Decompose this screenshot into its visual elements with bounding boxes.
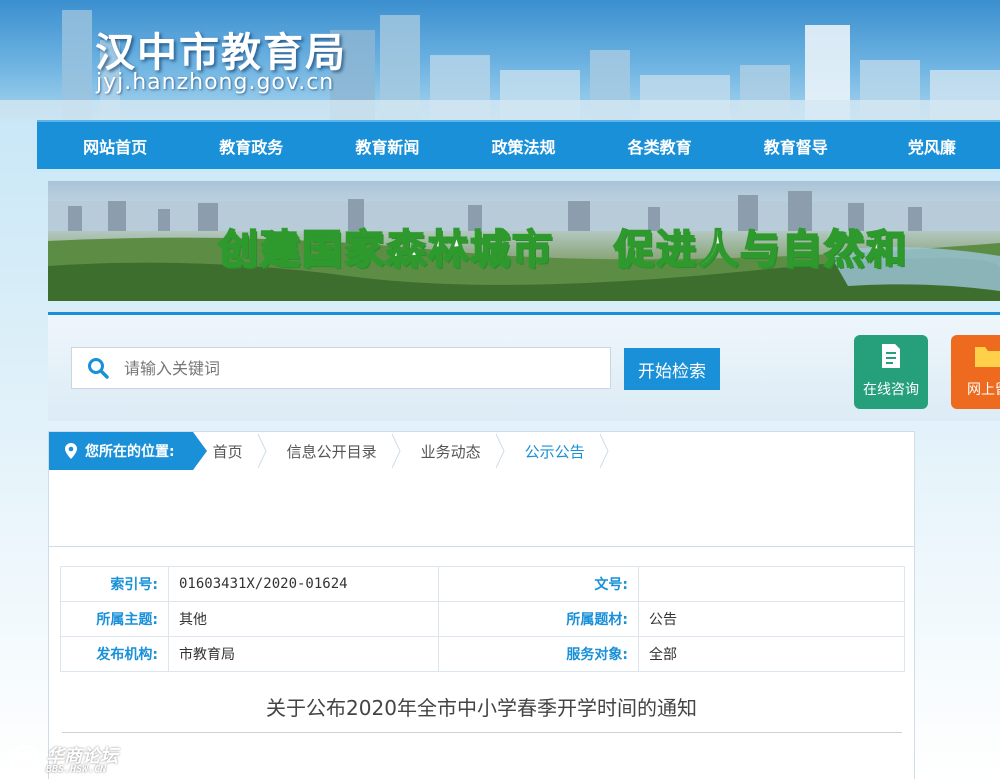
genre-label: 所属题材: <box>438 601 639 637</box>
index-no-label: 索引号: <box>60 566 169 602</box>
breadcrumb-label: 您所在的位置: <box>49 432 207 470</box>
search-strip: 开始检索 在线咨询 网上留 <box>48 312 1000 421</box>
breadcrumb-label-text: 您所在的位置: <box>85 444 175 460</box>
audience-value: 全部 <box>638 636 905 672</box>
search-input[interactable] <box>122 357 596 379</box>
doc-no-value <box>638 566 905 602</box>
online-message-label: 网上留 <box>967 382 1000 398</box>
topic-label: 所属主题: <box>60 601 169 637</box>
search-box <box>71 347 611 389</box>
table-row: 发布机构: 市教育局 服务对象: 全部 <box>60 636 905 672</box>
doc-no-label: 文号: <box>438 566 639 602</box>
folder-icon <box>975 347 1000 367</box>
site-domain: jyj.hanzhong.gov.cn <box>96 70 335 95</box>
breadcrumb-home[interactable]: 首页 <box>193 432 267 470</box>
nav-item-affairs[interactable]: 教育政务 <box>183 134 319 158</box>
nav-item-education[interactable]: 各类教育 <box>592 134 728 158</box>
search-icon <box>88 358 109 379</box>
topic-value: 其他 <box>168 601 439 637</box>
main-nav: 网站首页 教育政务 教育新闻 政策法规 各类教育 教育督导 党风廉 <box>37 120 1000 169</box>
nav-item-news[interactable]: 教育新闻 <box>319 134 455 158</box>
breadcrumb-notices-text: 公示公告 <box>524 442 585 461</box>
search-button[interactable]: 开始检索 <box>624 348 720 390</box>
watermark-url: BBS.HSW.CN <box>46 764 107 775</box>
index-no-value: 01603431X/2020-01624 <box>168 566 439 602</box>
slogan-right: 促进人与自然和 <box>613 226 908 274</box>
ear-logo-icon <box>10 745 38 772</box>
content-divider <box>49 546 914 547</box>
banner-slogan: 创建国家森林城市 促进人与自然和 <box>217 217 908 275</box>
nav-item-integrity[interactable]: 党风廉 <box>864 134 1000 158</box>
breadcrumb: 您所在的位置: 首页 信息公开目录 业务动态 公示公告 <box>48 431 915 471</box>
chevron-right-icon <box>257 433 267 469</box>
site-header: 汉中市教育局 jyj.hanzhong.gov.cn <box>0 0 1000 120</box>
breadcrumb-catalog-text: 信息公开目录 <box>286 442 377 461</box>
publisher-value: 市教育局 <box>168 636 439 672</box>
breadcrumb-notices[interactable]: 公示公告 <box>505 432 609 470</box>
nav-item-supervision[interactable]: 教育督导 <box>728 134 864 158</box>
document-meta-table: 索引号: 01603431X/2020-01624 文号: 所属主题: 其他 所… <box>60 566 905 672</box>
breadcrumb-catalog[interactable]: 信息公开目录 <box>267 432 401 470</box>
online-consult-label: 在线咨询 <box>863 382 919 398</box>
nav-item-policy[interactable]: 政策法规 <box>455 134 591 158</box>
title-divider <box>62 732 902 733</box>
online-message-button[interactable]: 网上留 <box>951 335 1000 409</box>
breadcrumb-business-text: 业务动态 <box>420 442 481 461</box>
table-row: 所属主题: 其他 所属题材: 公告 <box>60 601 905 637</box>
breadcrumb-home-text: 首页 <box>212 442 243 461</box>
document-title: 关于公布2020年全市中小学春季开学时间的通知 <box>266 696 697 720</box>
chevron-right-icon <box>495 433 505 469</box>
audience-label: 服务对象: <box>438 636 639 672</box>
table-row: 索引号: 01603431X/2020-01624 文号: <box>60 566 905 602</box>
genre-value: 公告 <box>638 601 905 637</box>
chevron-right-icon <box>391 433 401 469</box>
forum-watermark: 华商论坛 BBS.HSW.CN <box>6 740 136 778</box>
document-icon <box>882 344 900 368</box>
breadcrumb-business[interactable]: 业务动态 <box>401 432 505 470</box>
publisher-label: 发布机构: <box>60 636 169 672</box>
chevron-right-icon <box>599 433 609 469</box>
content-panel: 索引号: 01603431X/2020-01624 文号: 所属主题: 其他 所… <box>48 470 915 779</box>
online-consult-button[interactable]: 在线咨询 <box>854 335 928 409</box>
forest-city-banner: 创建国家森林城市 促进人与自然和 <box>48 181 1000 301</box>
location-pin-icon <box>65 443 77 459</box>
nav-item-home[interactable]: 网站首页 <box>47 134 183 158</box>
slogan-left: 创建国家森林城市 <box>217 226 554 274</box>
